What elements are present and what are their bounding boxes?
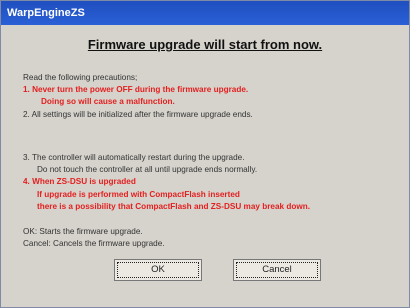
cancel-button-label: Cancel [236, 262, 318, 278]
dialog-heading: Firmware upgrade will start from now. [87, 37, 323, 52]
note-3-detail: Do not touch the controller at all until… [37, 165, 258, 174]
warning-4-detail-1: If upgrade is performed with CompactFlas… [37, 190, 240, 199]
ok-button[interactable]: OK [114, 259, 202, 281]
cancel-button[interactable]: Cancel [233, 259, 321, 281]
ok-description: OK: Starts the firmware upgrade. [23, 227, 143, 236]
dialog-window: WarpEngineZS Firmware upgrade will start… [0, 0, 410, 308]
warning-4-detail-2: there is a possibility that CompactFlash… [37, 202, 310, 211]
ok-button-label: OK [117, 262, 199, 278]
warning-4-line: 4. When ZS-DSU is upgraded [23, 177, 136, 186]
title-bar[interactable]: WarpEngineZS [1, 1, 409, 25]
warning-1-line: 1. Never turn the power OFF during the f… [23, 85, 249, 94]
note-3-line: 3. The controller will automatically res… [23, 153, 245, 162]
cancel-description: Cancel: Cancels the firmware upgrade. [23, 239, 165, 248]
precautions-intro: Read the following precautions; [23, 73, 138, 82]
note-2-line: 2. All settings will be initialized afte… [23, 110, 253, 119]
warning-1-detail: Doing so will cause a malfunction. [41, 97, 175, 106]
